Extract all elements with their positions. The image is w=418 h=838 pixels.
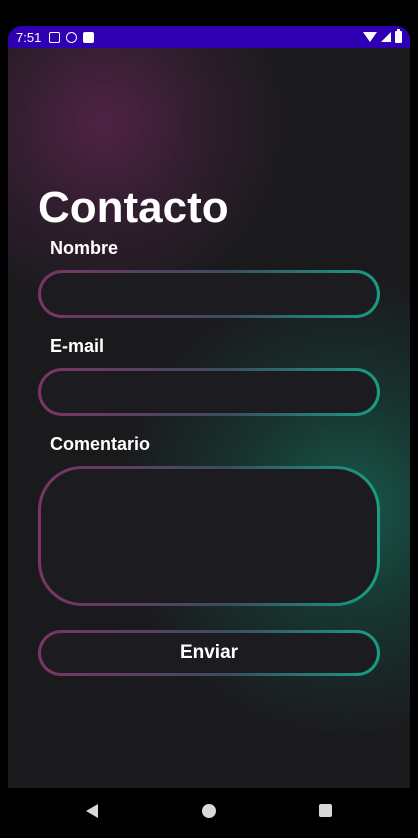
battery-icon bbox=[395, 29, 402, 43]
submit-button-label: Enviar bbox=[41, 633, 377, 673]
name-input[interactable] bbox=[41, 273, 377, 315]
cell-signal-icon bbox=[381, 32, 391, 42]
email-label: E-mail bbox=[50, 336, 105, 356]
name-field-border bbox=[38, 270, 380, 318]
navigation-bar bbox=[0, 788, 418, 838]
recents-icon[interactable] bbox=[319, 804, 332, 817]
name-label: Nombre bbox=[50, 238, 119, 258]
status-bar: 7:51 bbox=[8, 26, 410, 48]
home-icon[interactable] bbox=[202, 804, 216, 818]
comment-field-border bbox=[38, 466, 380, 606]
system-icons bbox=[363, 29, 402, 43]
status-time: 7:51 bbox=[16, 29, 42, 45]
email-input[interactable] bbox=[41, 371, 377, 413]
device-frame: 7:51 Contacto Nombre E-mail Comentario E… bbox=[8, 26, 410, 788]
back-icon[interactable] bbox=[86, 804, 98, 818]
comment-textarea[interactable] bbox=[41, 469, 377, 603]
submit-button[interactable]: Enviar bbox=[38, 630, 380, 676]
sd-card-icon bbox=[83, 31, 95, 43]
page-title: Contacto bbox=[38, 183, 229, 232]
contact-screen: Contacto Nombre E-mail Comentario Enviar bbox=[8, 48, 410, 788]
p-icon bbox=[66, 31, 78, 43]
wifi-icon bbox=[363, 32, 377, 42]
a-icon bbox=[49, 31, 61, 43]
notification-icons bbox=[49, 31, 95, 43]
comment-label: Comentario bbox=[50, 434, 151, 454]
email-field-border bbox=[38, 368, 380, 416]
